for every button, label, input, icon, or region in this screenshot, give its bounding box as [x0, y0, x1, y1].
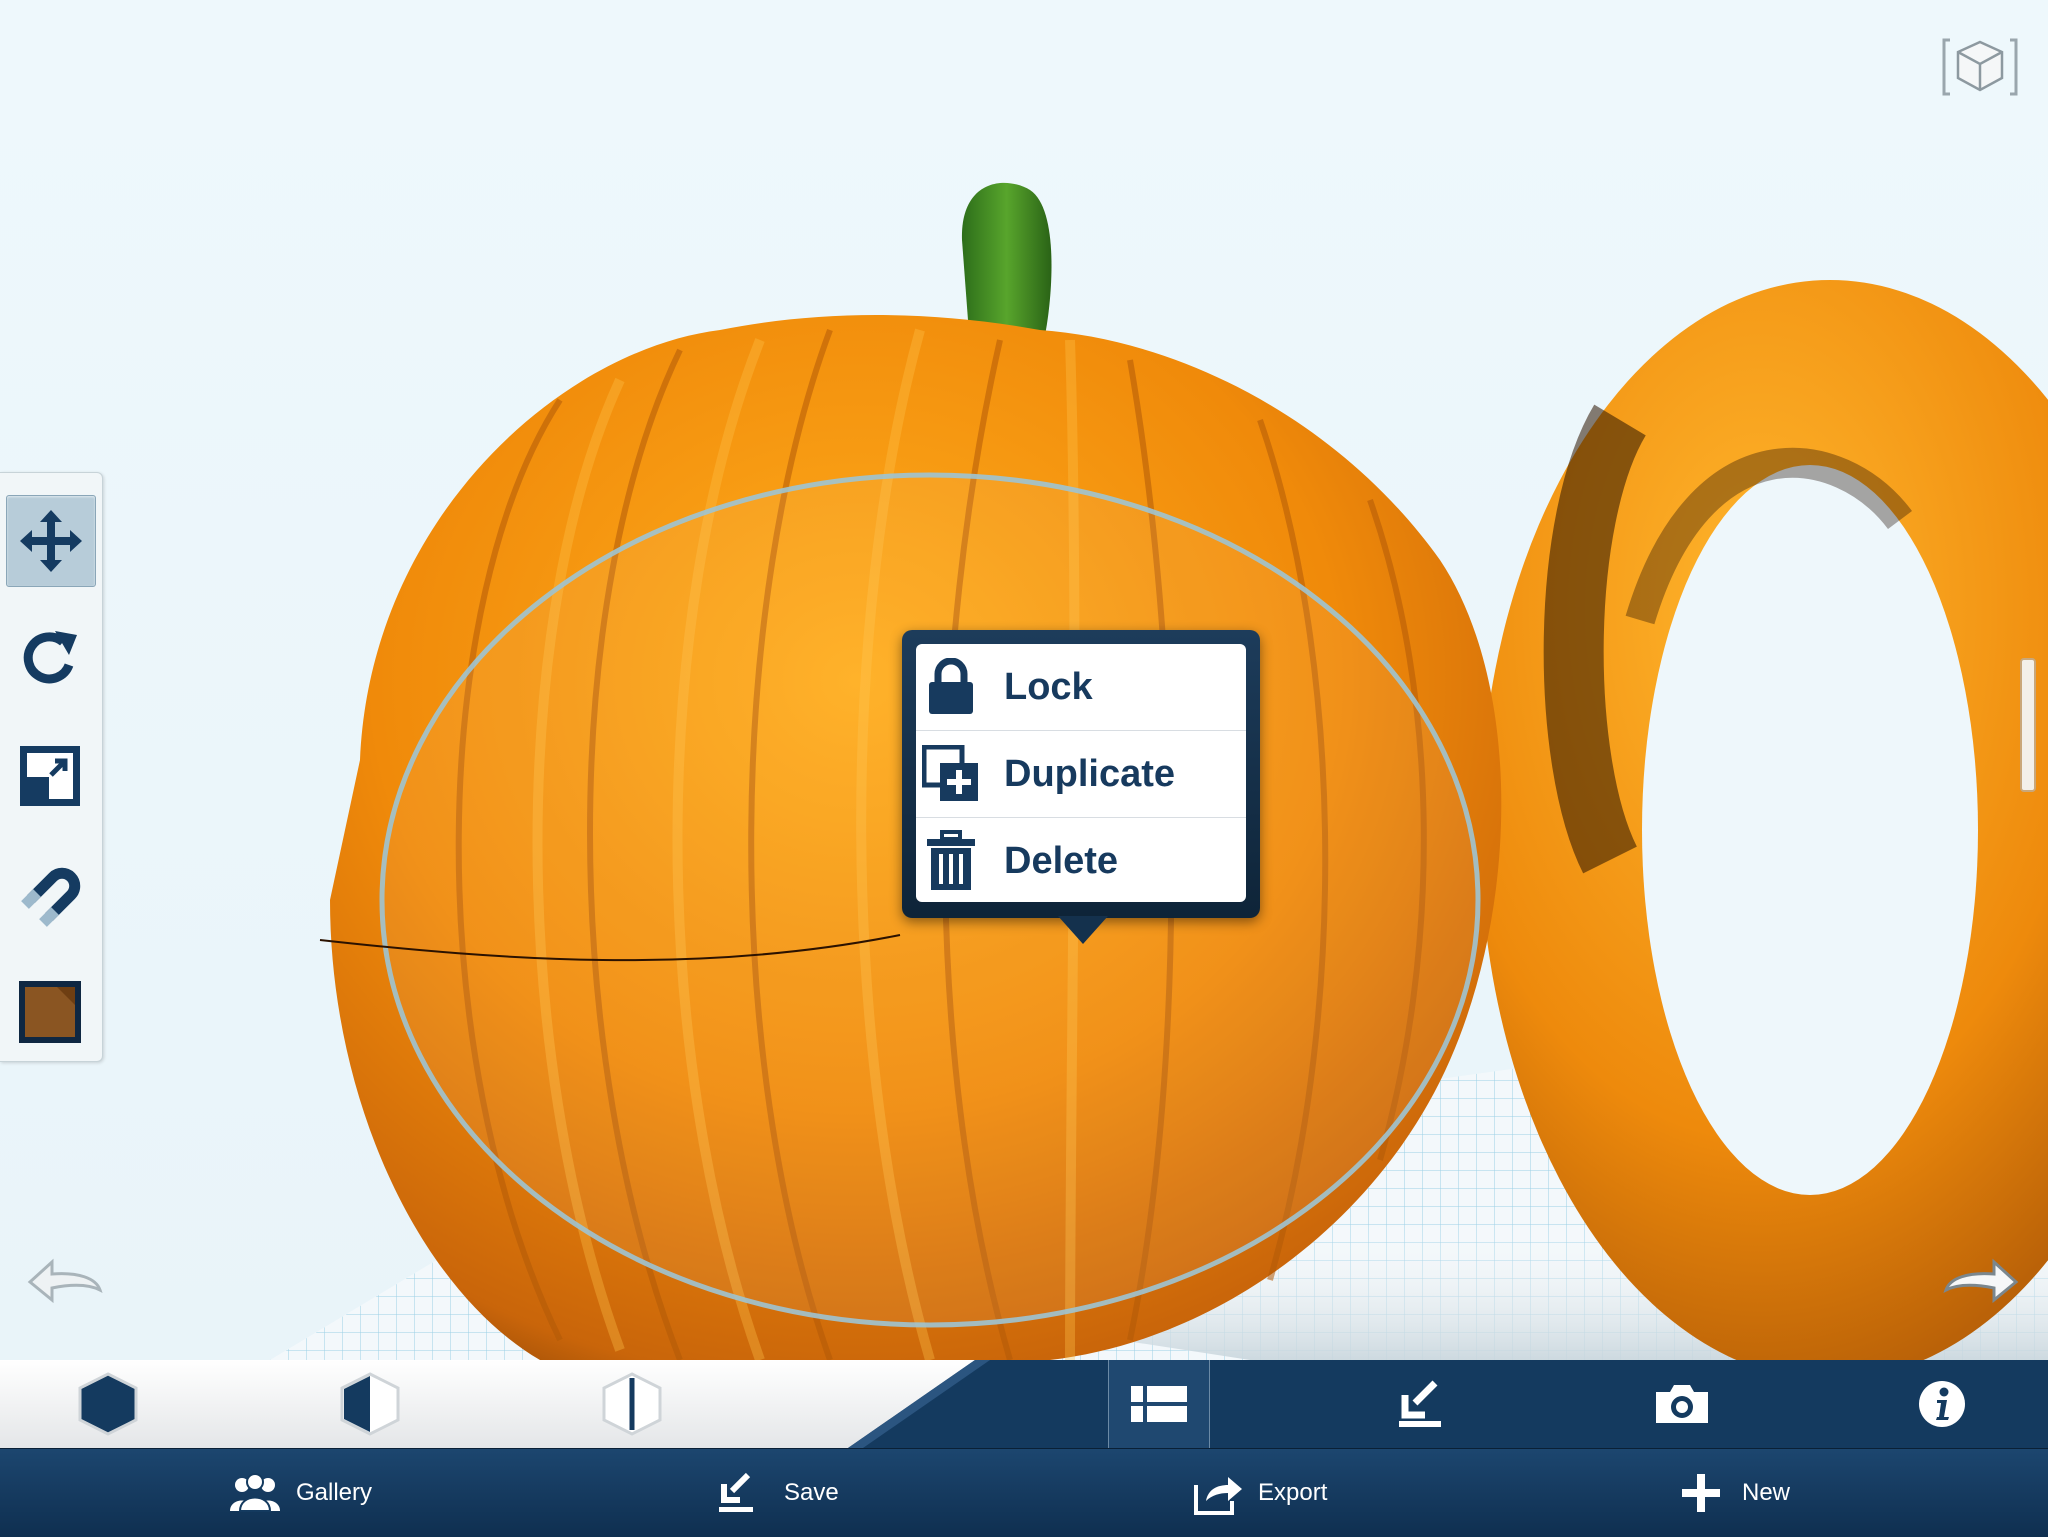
save-label: Save: [784, 1479, 839, 1506]
color-swatch-icon: [19, 981, 81, 1043]
delete-label: Delete: [1004, 839, 1119, 882]
transform-toolbar: [0, 472, 103, 1062]
view-cube-icon: [1942, 38, 2018, 96]
object-context-menu: Lock Duplicate Delete: [902, 630, 1260, 918]
scale-icon: [20, 746, 80, 806]
list-view-button[interactable]: [1108, 1360, 1210, 1448]
snap-tool-button[interactable]: [6, 849, 94, 939]
viewport-3d[interactable]: Lock Duplicate Delete: [0, 0, 2048, 1360]
move-tool-button[interactable]: [6, 495, 96, 587]
main-toolbar: Gallery Save Export New: [0, 1448, 2048, 1537]
duplicate-label: Duplicate: [1004, 752, 1176, 795]
undo-arrow-icon: [27, 1258, 103, 1304]
gallery-label: Gallery: [296, 1479, 373, 1506]
view-cube-button[interactable]: [1940, 34, 2020, 100]
new-label: New: [1742, 1479, 1791, 1506]
lock-menu-item[interactable]: Lock: [916, 644, 1246, 730]
rotate-tool-button[interactable]: [6, 613, 94, 703]
export-icon: [1194, 1477, 1242, 1515]
gallery-icon: [230, 1473, 280, 1512]
info-icon: [1919, 1381, 1965, 1427]
solid-view-button[interactable]: [58, 1360, 158, 1448]
save-button[interactable]: Save: [716, 1449, 839, 1537]
view-toolbar-dark-section: [848, 1360, 2048, 1448]
download-icon: [1399, 1380, 1441, 1427]
new-button[interactable]: New: [1680, 1449, 1790, 1537]
outline-view-button[interactable]: [582, 1360, 682, 1448]
material-tool-button[interactable]: [6, 967, 94, 1057]
export-label: Export: [1258, 1479, 1328, 1506]
export-button[interactable]: Export: [1192, 1449, 1327, 1537]
undo-button[interactable]: [26, 1252, 106, 1308]
rotate-icon: [23, 631, 77, 684]
gallery-button[interactable]: Gallery: [228, 1449, 372, 1537]
camera-icon: [1656, 1385, 1708, 1423]
lock-label: Lock: [1004, 665, 1093, 708]
menu-pointer: [1058, 916, 1108, 944]
outline-view-icon: [602, 1372, 662, 1436]
magnet-icon: [21, 867, 81, 927]
redo-arrow-icon: [1943, 1258, 2019, 1304]
duplicate-icon: [922, 745, 978, 801]
side-panel-handle[interactable]: [2020, 658, 2036, 792]
info-button[interactable]: [1892, 1360, 1992, 1448]
trash-icon: [927, 830, 975, 890]
camera-button[interactable]: [1632, 1360, 1732, 1448]
half-view-button[interactable]: [320, 1360, 420, 1448]
redo-button[interactable]: [1940, 1254, 2020, 1310]
solid-view-icon: [78, 1372, 138, 1436]
duplicate-menu-item[interactable]: Duplicate: [916, 731, 1246, 817]
view-toolbar: [0, 1360, 2048, 1448]
download-button[interactable]: [1370, 1360, 1470, 1448]
half-view-icon: [340, 1372, 400, 1436]
save-icon: [719, 1472, 753, 1512]
list-view-icon: [1131, 1386, 1187, 1422]
lock-icon: [929, 658, 973, 714]
scale-tool-button[interactable]: [6, 731, 94, 821]
plus-icon: [1682, 1474, 1720, 1512]
move-icon: [20, 510, 82, 572]
delete-menu-item[interactable]: Delete: [916, 818, 1246, 902]
